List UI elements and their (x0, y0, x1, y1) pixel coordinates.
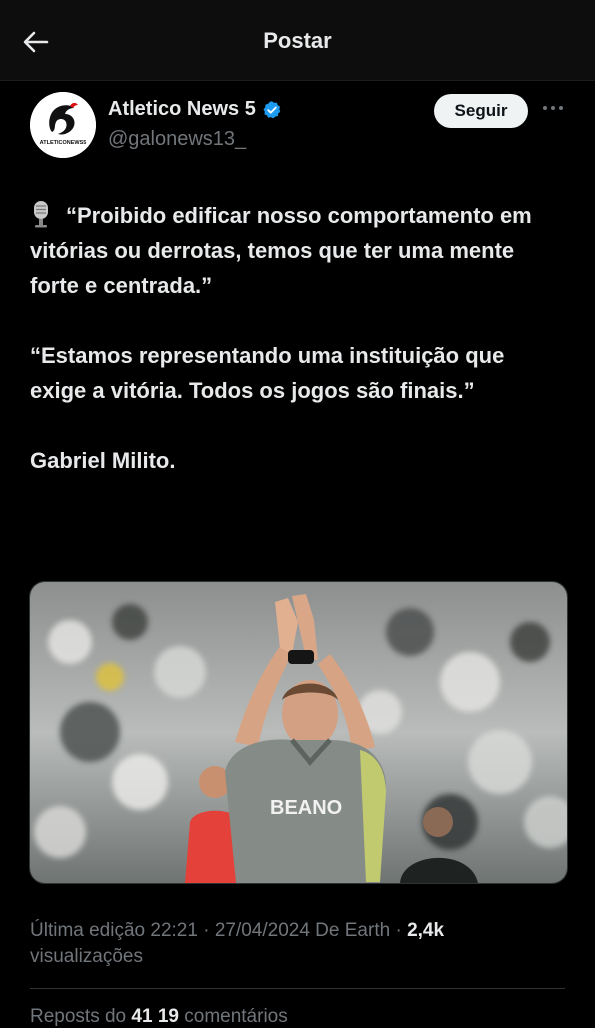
atletico-news-logo: ATLETICONEWS5 (30, 92, 96, 158)
author-handle[interactable]: @galonews13_ (108, 128, 246, 151)
microphone-icon (34, 201, 48, 228)
avatar[interactable]: ATLETICONEWS5 (30, 92, 96, 158)
more-horizontal-icon[interactable] (541, 96, 565, 120)
shirt-sponsor-text: BEANO (270, 797, 342, 819)
views-count: 2,4k (407, 920, 445, 941)
svg-text:ATLETICONEWS5: ATLETICONEWS5 (40, 140, 87, 146)
engagement-stats: Reposts do 41 19 comentários (30, 1006, 288, 1028)
post-body: “Proibido edificar nosso comportamento e… (30, 198, 560, 478)
top-bar: Postar (0, 0, 595, 81)
follow-button[interactable]: Seguir (434, 94, 528, 128)
post-paragraph-2: “Estamos representando uma instituição q… (30, 343, 505, 403)
divider (30, 988, 565, 989)
verified-badge-icon (263, 100, 281, 118)
author-name[interactable]: Atletico News 5 (108, 98, 256, 121)
edit-timestamp[interactable]: Última edição 22:21 · 27/04/2024 De Eart… (30, 920, 407, 941)
views-label: visualizações (30, 946, 143, 967)
post-paragraph-1: “Proibido edificar nosso comportamento e… (30, 198, 560, 303)
author-name-row[interactable]: Atletico News 5 (108, 98, 282, 121)
post-signature: Gabriel Milito. (30, 448, 176, 473)
page-title: Postar (263, 28, 332, 53)
post-meta: Última edição 22:21 · 27/04/2024 De Eart… (30, 918, 560, 970)
post-paragraph-1-text: “Proibido edificar nosso comportamento e… (30, 203, 532, 298)
post-image[interactable]: BEANO (29, 581, 568, 884)
coach-applauding-photo: BEANO (30, 582, 567, 883)
